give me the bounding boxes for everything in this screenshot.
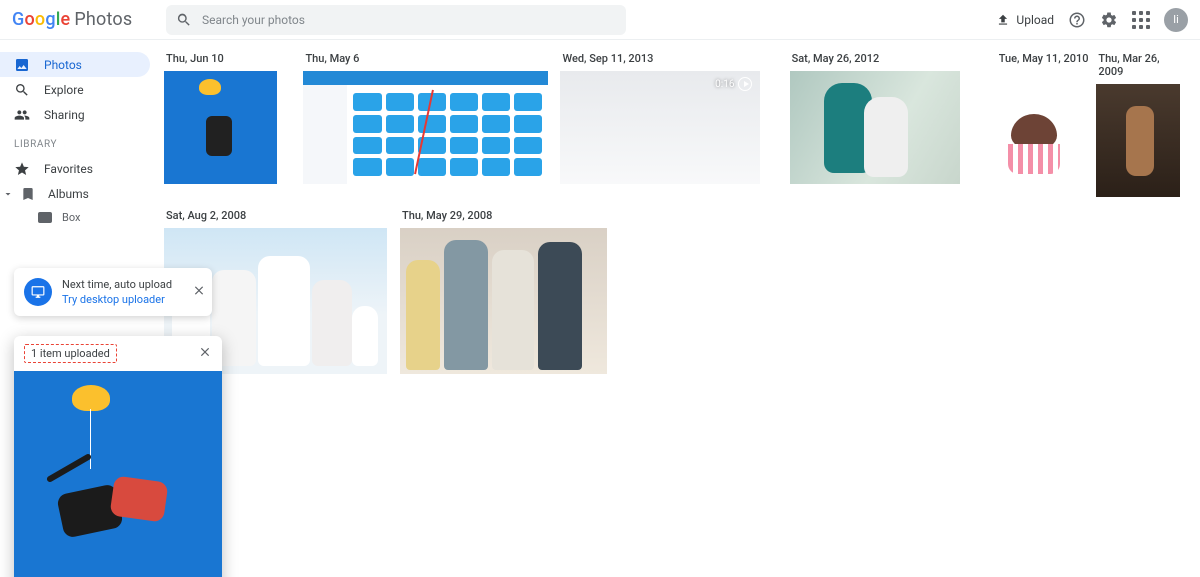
sidebar-item-favorites[interactable]: Favorites xyxy=(0,156,150,181)
gear-icon xyxy=(1100,11,1118,29)
photos-icon xyxy=(14,57,30,73)
sidebar-item-label: Albums xyxy=(48,187,89,201)
photo-thumbnail[interactable] xyxy=(997,71,1072,184)
album-box[interactable]: Box xyxy=(0,206,160,228)
search-placeholder: Search your photos xyxy=(202,13,616,27)
photo-thumbnail[interactable] xyxy=(1096,84,1180,197)
photo-thumbnail[interactable] xyxy=(164,71,277,184)
sidebar-item-label: Explore xyxy=(44,83,84,97)
date-header: Sat, Aug 2, 2008 xyxy=(166,209,400,222)
folder-icon xyxy=(38,212,52,223)
settings-button[interactable] xyxy=(1100,11,1118,29)
sidebar-item-label: Sharing xyxy=(44,108,85,122)
date-header: Thu, Jun 10 xyxy=(166,52,303,65)
upload-button[interactable]: Upload xyxy=(996,13,1054,27)
sidebar-item-label: Photos xyxy=(44,58,82,72)
upload-result-card: 1 item uploaded Add to album Shared albu… xyxy=(14,336,222,577)
play-icon xyxy=(738,77,752,91)
photo-thumbnail[interactable] xyxy=(400,228,607,374)
uploaded-photo-preview[interactable] xyxy=(14,371,222,577)
date-header: Sat, May 26, 2012 xyxy=(792,52,997,65)
account-avatar[interactable]: Ii xyxy=(1164,8,1188,32)
product-name: Photos xyxy=(74,9,132,30)
upload-result-title: 1 item uploaded xyxy=(24,344,117,363)
date-header: Wed, Sep 11, 2013 xyxy=(562,52,789,65)
auto-upload-prompt: Next time, auto upload Try desktop uploa… xyxy=(14,268,212,316)
bookmark-icon xyxy=(20,186,36,202)
close-prompt-button[interactable] xyxy=(192,283,206,302)
photo-grid: Thu, Jun 10 Thu, May 6 Wed, Sep 11, 2013… xyxy=(160,40,1200,577)
photo-thumbnail[interactable] xyxy=(790,71,960,184)
close-upload-card-button[interactable] xyxy=(198,344,212,363)
try-uploader-link[interactable]: Try desktop uploader xyxy=(62,293,172,306)
chevron-down-icon xyxy=(2,188,14,200)
upload-icon xyxy=(996,13,1010,27)
sidebar-item-label: Favorites xyxy=(44,162,93,176)
search-icon xyxy=(14,82,30,98)
date-header: Thu, Mar 26, 2009 xyxy=(1098,52,1186,78)
upload-label: Upload xyxy=(1016,13,1054,27)
apps-icon xyxy=(1132,11,1150,29)
desktop-icon xyxy=(24,278,52,306)
photo-thumbnail[interactable] xyxy=(303,71,548,184)
apps-button[interactable] xyxy=(1132,11,1150,29)
app-header: Google Photos Search your photos Upload … xyxy=(0,0,1200,40)
app-logo[interactable]: Google Photos xyxy=(12,9,162,30)
close-icon xyxy=(192,284,206,298)
prompt-title: Next time, auto upload xyxy=(62,278,172,291)
sidebar-item-sharing[interactable]: Sharing xyxy=(0,102,150,127)
search-icon xyxy=(176,12,192,28)
help-button[interactable] xyxy=(1068,11,1086,29)
close-icon xyxy=(198,345,212,359)
people-icon xyxy=(14,107,30,123)
star-icon xyxy=(14,161,30,177)
help-icon xyxy=(1068,11,1086,29)
search-input[interactable]: Search your photos xyxy=(166,5,626,35)
video-thumbnail[interactable]: 0:16 xyxy=(560,71,760,184)
sidebar-item-explore[interactable]: Explore xyxy=(0,77,150,102)
sidebar-item-photos[interactable]: Photos xyxy=(0,52,150,77)
video-duration-badge: 0:16 xyxy=(715,77,752,91)
library-header: LIBRARY xyxy=(0,127,160,156)
sidebar-item-albums[interactable]: Albums xyxy=(0,181,160,206)
album-label: Box xyxy=(62,211,80,224)
date-header: Tue, May 11, 2010 xyxy=(999,52,1097,65)
date-header: Thu, May 29, 2008 xyxy=(402,209,640,222)
date-header: Thu, May 6 xyxy=(305,52,560,65)
